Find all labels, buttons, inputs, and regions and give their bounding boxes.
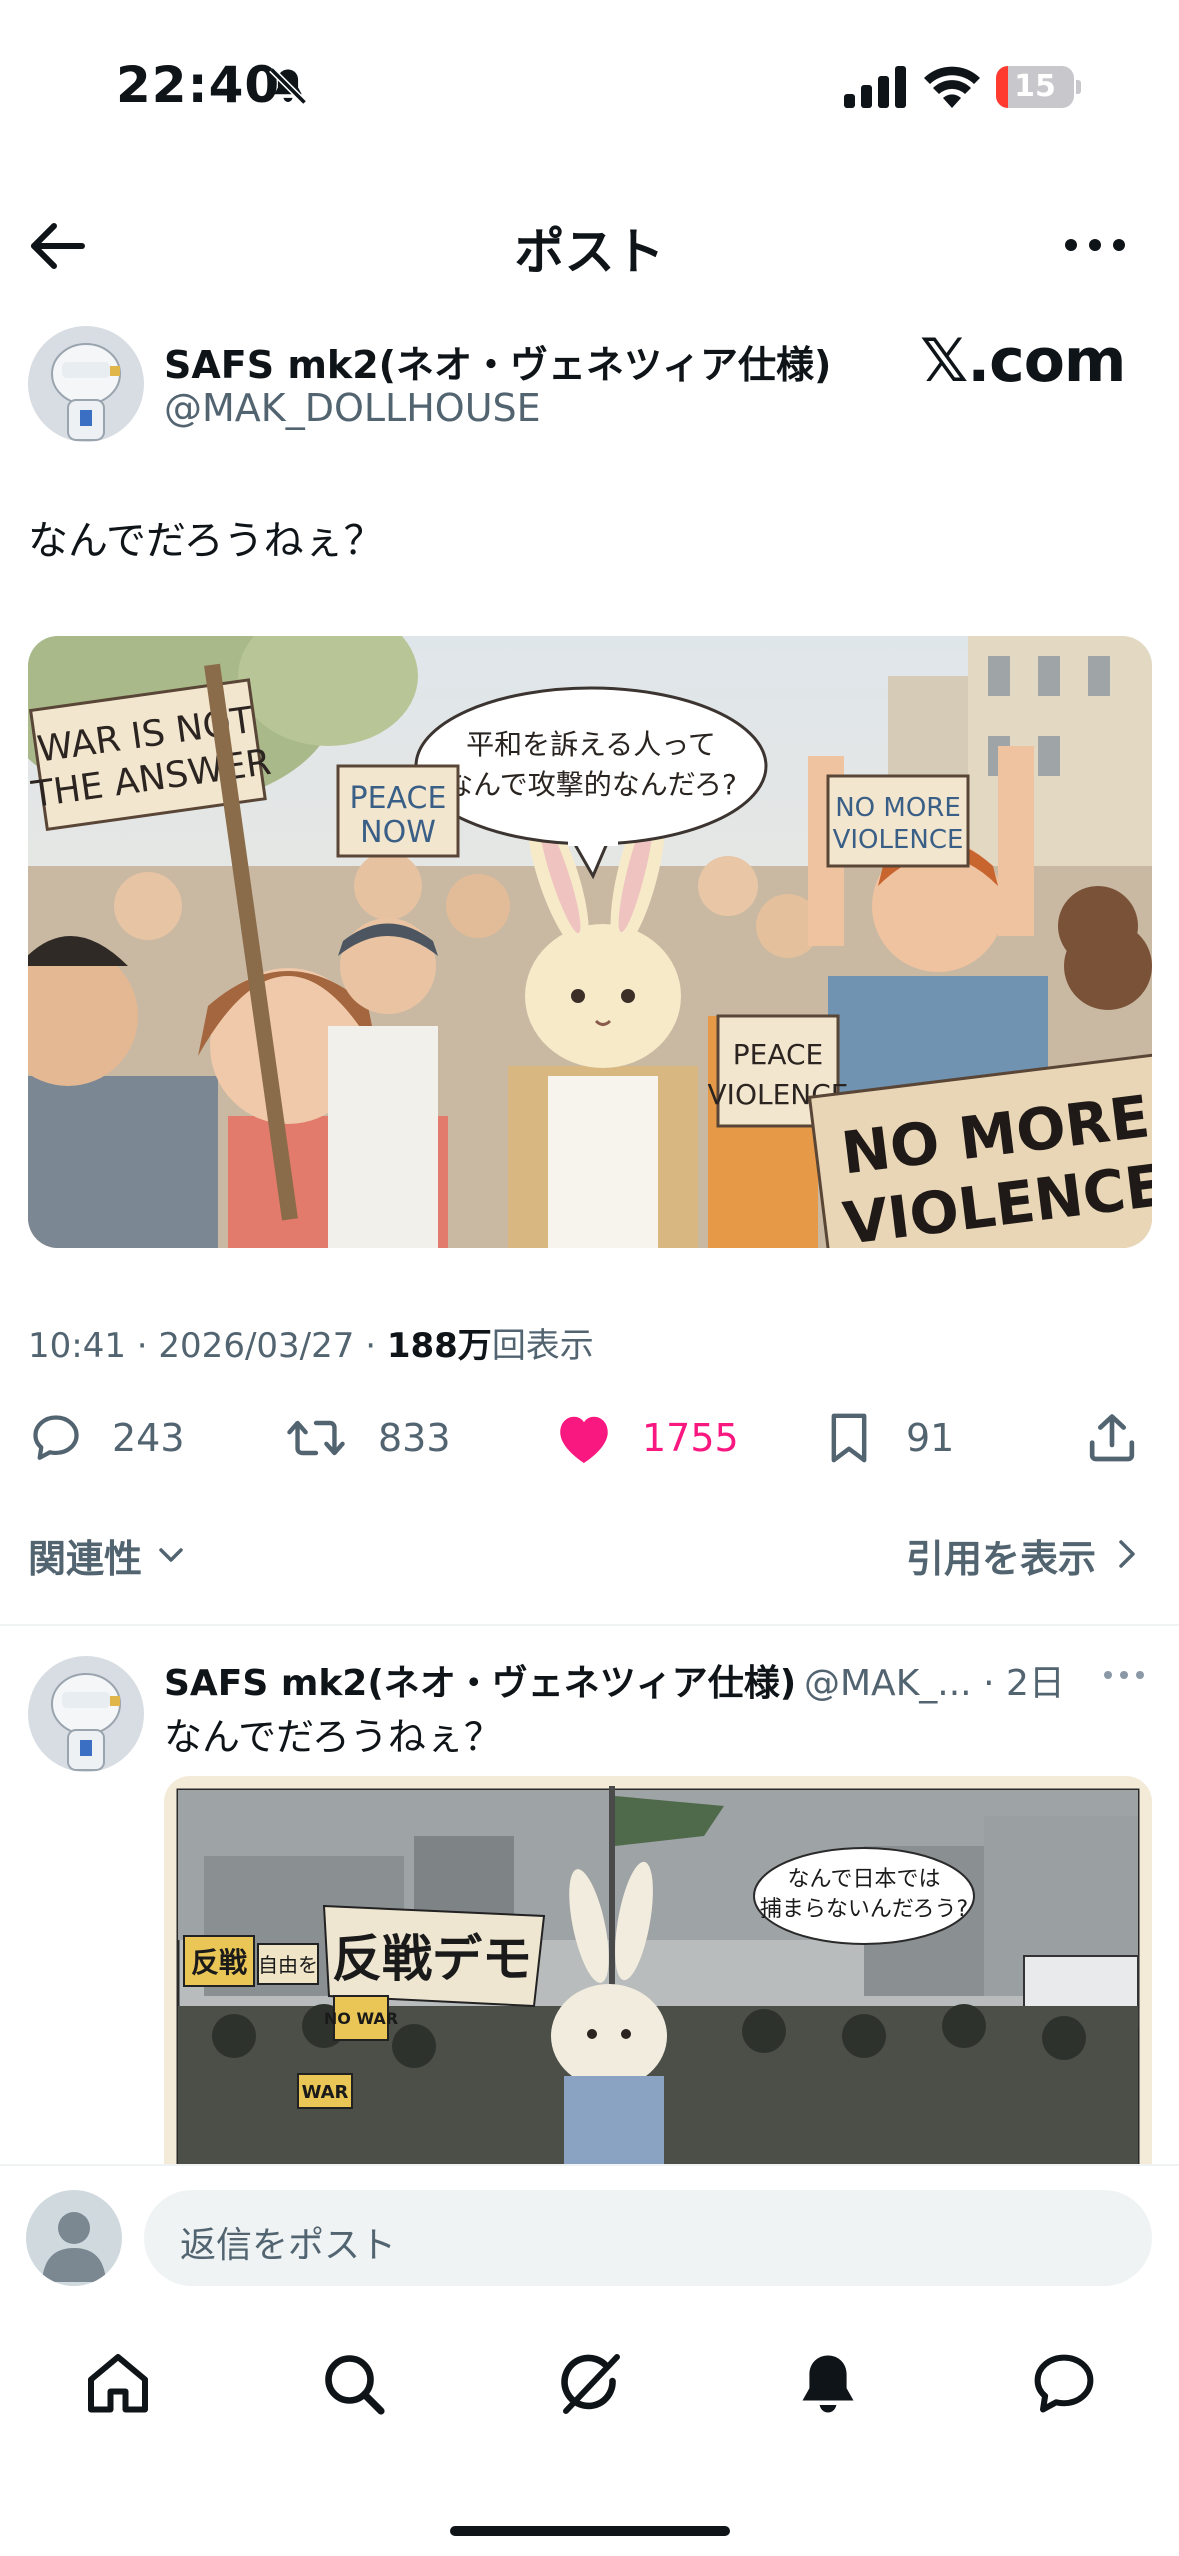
reply-icon (33, 1415, 79, 1460)
sort-relevance-button[interactable]: 関連性 (28, 1528, 142, 1583)
reply-handle-time[interactable]: @MAK_... · 2日 (804, 1654, 1065, 1706)
sign-peace-now-line-1: PEACE (350, 781, 447, 816)
sign-no-more-small-line-2: VIOLENCE (833, 825, 964, 855)
messages-icon[interactable] (1028, 2348, 1100, 2420)
user-avatar[interactable] (26, 2190, 122, 2286)
more-options-icon[interactable] (1060, 220, 1130, 270)
bubble-text-line-1: 平和を訴える人って (466, 728, 716, 761)
like-count: 1755 (642, 1416, 739, 1460)
rally-sign-hansen: 反戦 (191, 1946, 247, 1979)
view-label: 回表示 (491, 1326, 594, 1366)
battery-level: 15 (1014, 69, 1056, 104)
grok-icon[interactable] (554, 2348, 626, 2420)
section-divider (0, 1624, 1179, 1626)
rally-sign-no-war: NO WAR (324, 2009, 398, 2028)
repost-count: 833 (378, 1416, 451, 1460)
bell-off-icon (269, 67, 307, 105)
reply-count: 243 (112, 1416, 185, 1460)
status-time: 22:40 (116, 56, 281, 114)
reply-composer: 返信をポスト (0, 2164, 1179, 2304)
status-bar: 22:40 15 (0, 0, 1179, 170)
post-meta: 10:41 · 2026/03/27 · 188万回表示 (28, 1326, 594, 1366)
reply-more-icon[interactable] (1100, 1660, 1148, 1690)
protest-illustration: 平和を訴える人って なんで攻撃的なんだろ? WAR IS NOT THE ANS… (28, 636, 1152, 1248)
author-avatar[interactable] (28, 326, 144, 442)
author-name[interactable]: SAFS mk2(ネオ・ヴェネツィア仕様) (164, 334, 831, 389)
page-title: ポスト (514, 223, 665, 281)
battery-indicator: 15 (996, 66, 1081, 108)
post-header: ポスト (0, 190, 1179, 300)
chevron-right-icon[interactable] (1112, 1534, 1142, 1574)
reply-text: なんでだろうねぇ？ (164, 1715, 502, 1759)
post-text: なんでだろうねぇ？ (28, 518, 384, 564)
post-date: 2026/03/27 (158, 1326, 355, 1366)
cellular-signal-icon (844, 66, 906, 108)
chevron-down-icon[interactable] (154, 1538, 188, 1572)
reply-image[interactable]: 反戦 自由を 反戦デモ NO WAR WAR なんで日本では 捕まらないんだろう… (164, 1776, 1152, 2196)
rally-banner: 反戦デモ (332, 1930, 532, 1988)
heart-filled-icon (560, 1416, 608, 1463)
share-icon (1089, 1414, 1135, 1462)
post-time: 10:41 (28, 1326, 126, 1366)
post-image[interactable]: 平和を訴える人って なんで攻撃的なんだろ? WAR IS NOT THE ANS… (28, 636, 1152, 1248)
rally-bubble-line-1: なんで日本では (788, 1867, 941, 1892)
reply-input-placeholder: 返信をポスト (180, 2225, 397, 2266)
bottom-tab-bar (0, 2304, 1179, 2556)
antiwar-rally-illustration: 反戦 自由を 反戦デモ NO WAR WAR なんで日本では 捕まらないんだろう… (176, 1786, 1140, 2196)
author-handle[interactable]: @MAK_DOLLHOUSE (164, 386, 541, 430)
reply-input[interactable]: 返信をポスト (144, 2190, 1152, 2286)
robot-avatar-icon (28, 326, 144, 442)
sign-peace-now-line-2: NOW (360, 815, 436, 850)
rally-bubble-line-2: 捕まらないんだろう? (760, 1897, 968, 1922)
rally-sign-jiyuu: 自由を (258, 1953, 318, 1977)
x-com-watermark: 𝕏.com (920, 326, 1126, 396)
bookmark-count: 91 (906, 1416, 955, 1460)
notifications-bell-icon[interactable] (792, 2348, 864, 2420)
bookmark-icon (831, 1413, 867, 1463)
rally-sign-war: WAR (302, 2082, 349, 2103)
home-indicator (450, 2526, 730, 2536)
home-icon[interactable] (82, 2348, 154, 2420)
sign-peace-violence-line-1: PEACE (733, 1038, 823, 1071)
robot-avatar-icon (28, 1656, 144, 1772)
search-icon[interactable] (318, 2348, 390, 2420)
sign-no-more-small-line-1: NO MORE (835, 793, 961, 823)
reply-author-avatar[interactable] (28, 1656, 144, 1772)
default-avatar-icon (42, 2212, 106, 2282)
view-quotes-link[interactable]: 引用を表示 (906, 1528, 1096, 1583)
reply-author-name[interactable]: SAFS mk2(ネオ・ヴェネツィア仕様) (164, 1654, 796, 1706)
view-count: 188万 (386, 1326, 492, 1366)
repost-icon (287, 1420, 345, 1456)
bubble-text-line-2: なんで攻撃的なんだろ? (445, 768, 737, 801)
wifi-icon (924, 66, 980, 108)
